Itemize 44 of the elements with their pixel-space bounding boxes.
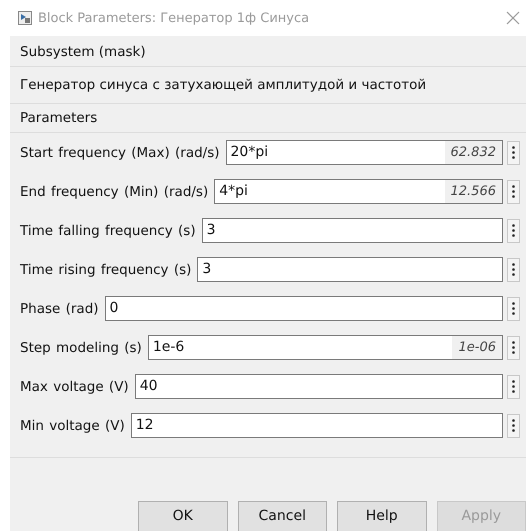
dialog-button[interactable]: Help bbox=[337, 501, 426, 531]
dialog-button[interactable]: OK bbox=[138, 501, 228, 531]
block-icon bbox=[18, 11, 32, 25]
parameter-field[interactable]: 12 bbox=[130, 413, 503, 438]
section-heading: Subsystem (mask) bbox=[10, 38, 526, 67]
close-icon[interactable] bbox=[506, 11, 520, 25]
parameter-label: Max voltage (V) bbox=[20, 378, 129, 394]
more-options-button[interactable] bbox=[507, 336, 520, 360]
vertical-dots-icon bbox=[512, 419, 515, 432]
vertical-dots-icon bbox=[512, 263, 515, 276]
parameter-field[interactable]: 4*pi 12.566 bbox=[214, 179, 503, 204]
parameter-field[interactable]: 20*pi 62.832 bbox=[226, 140, 503, 165]
parameter-field[interactable]: 3 bbox=[202, 218, 503, 243]
more-options-button[interactable] bbox=[507, 374, 520, 398]
more-options-button[interactable] bbox=[507, 180, 520, 204]
vertical-dots-icon bbox=[512, 341, 515, 354]
more-options-button[interactable] bbox=[507, 140, 520, 164]
parameter-label: End frequency (Min) (rad/s) bbox=[20, 184, 208, 200]
vertical-dots-icon bbox=[512, 302, 515, 315]
section-heading: Parameters bbox=[10, 104, 526, 133]
parameter-label: Phase (rad) bbox=[20, 300, 99, 316]
parameter-label: Time rising frequency (s) bbox=[20, 262, 192, 278]
mask-description: Генератор синуса с затухающей амплитудой и частотой bbox=[19, 76, 428, 95]
evaluated-value: 62.832 bbox=[444, 141, 502, 164]
vertical-dots-icon bbox=[512, 185, 515, 198]
parameter-field[interactable]: 40 bbox=[134, 374, 503, 399]
parameter-label: Step modeling (s) bbox=[20, 340, 142, 356]
window-title: Block Parameters: Генератор 1ф Синуса bbox=[38, 10, 310, 26]
more-options-button[interactable] bbox=[507, 218, 520, 242]
more-options-button[interactable] bbox=[507, 258, 520, 282]
vertical-dots-icon bbox=[512, 146, 515, 159]
parameter-label: Min voltage (V) bbox=[20, 418, 125, 434]
more-options-button[interactable] bbox=[507, 296, 520, 320]
evaluated-value: 12.566 bbox=[444, 180, 502, 203]
more-options-button[interactable] bbox=[507, 414, 520, 438]
vertical-dots-icon bbox=[512, 380, 515, 393]
evaluated-value: 1e-06 bbox=[452, 336, 502, 359]
parameter-field[interactable]: 1e-6 1e-06 bbox=[148, 335, 503, 360]
parameter-field[interactable]: 0 bbox=[104, 296, 503, 321]
vertical-dots-icon bbox=[512, 224, 515, 237]
dialog-button[interactable]: Cancel bbox=[238, 501, 327, 531]
parameter-label: Time falling frequency (s) bbox=[20, 222, 196, 238]
parameter-field[interactable]: 3 bbox=[197, 257, 503, 282]
parameter-label: Start frequency (Max) (rad/s) bbox=[20, 144, 220, 160]
